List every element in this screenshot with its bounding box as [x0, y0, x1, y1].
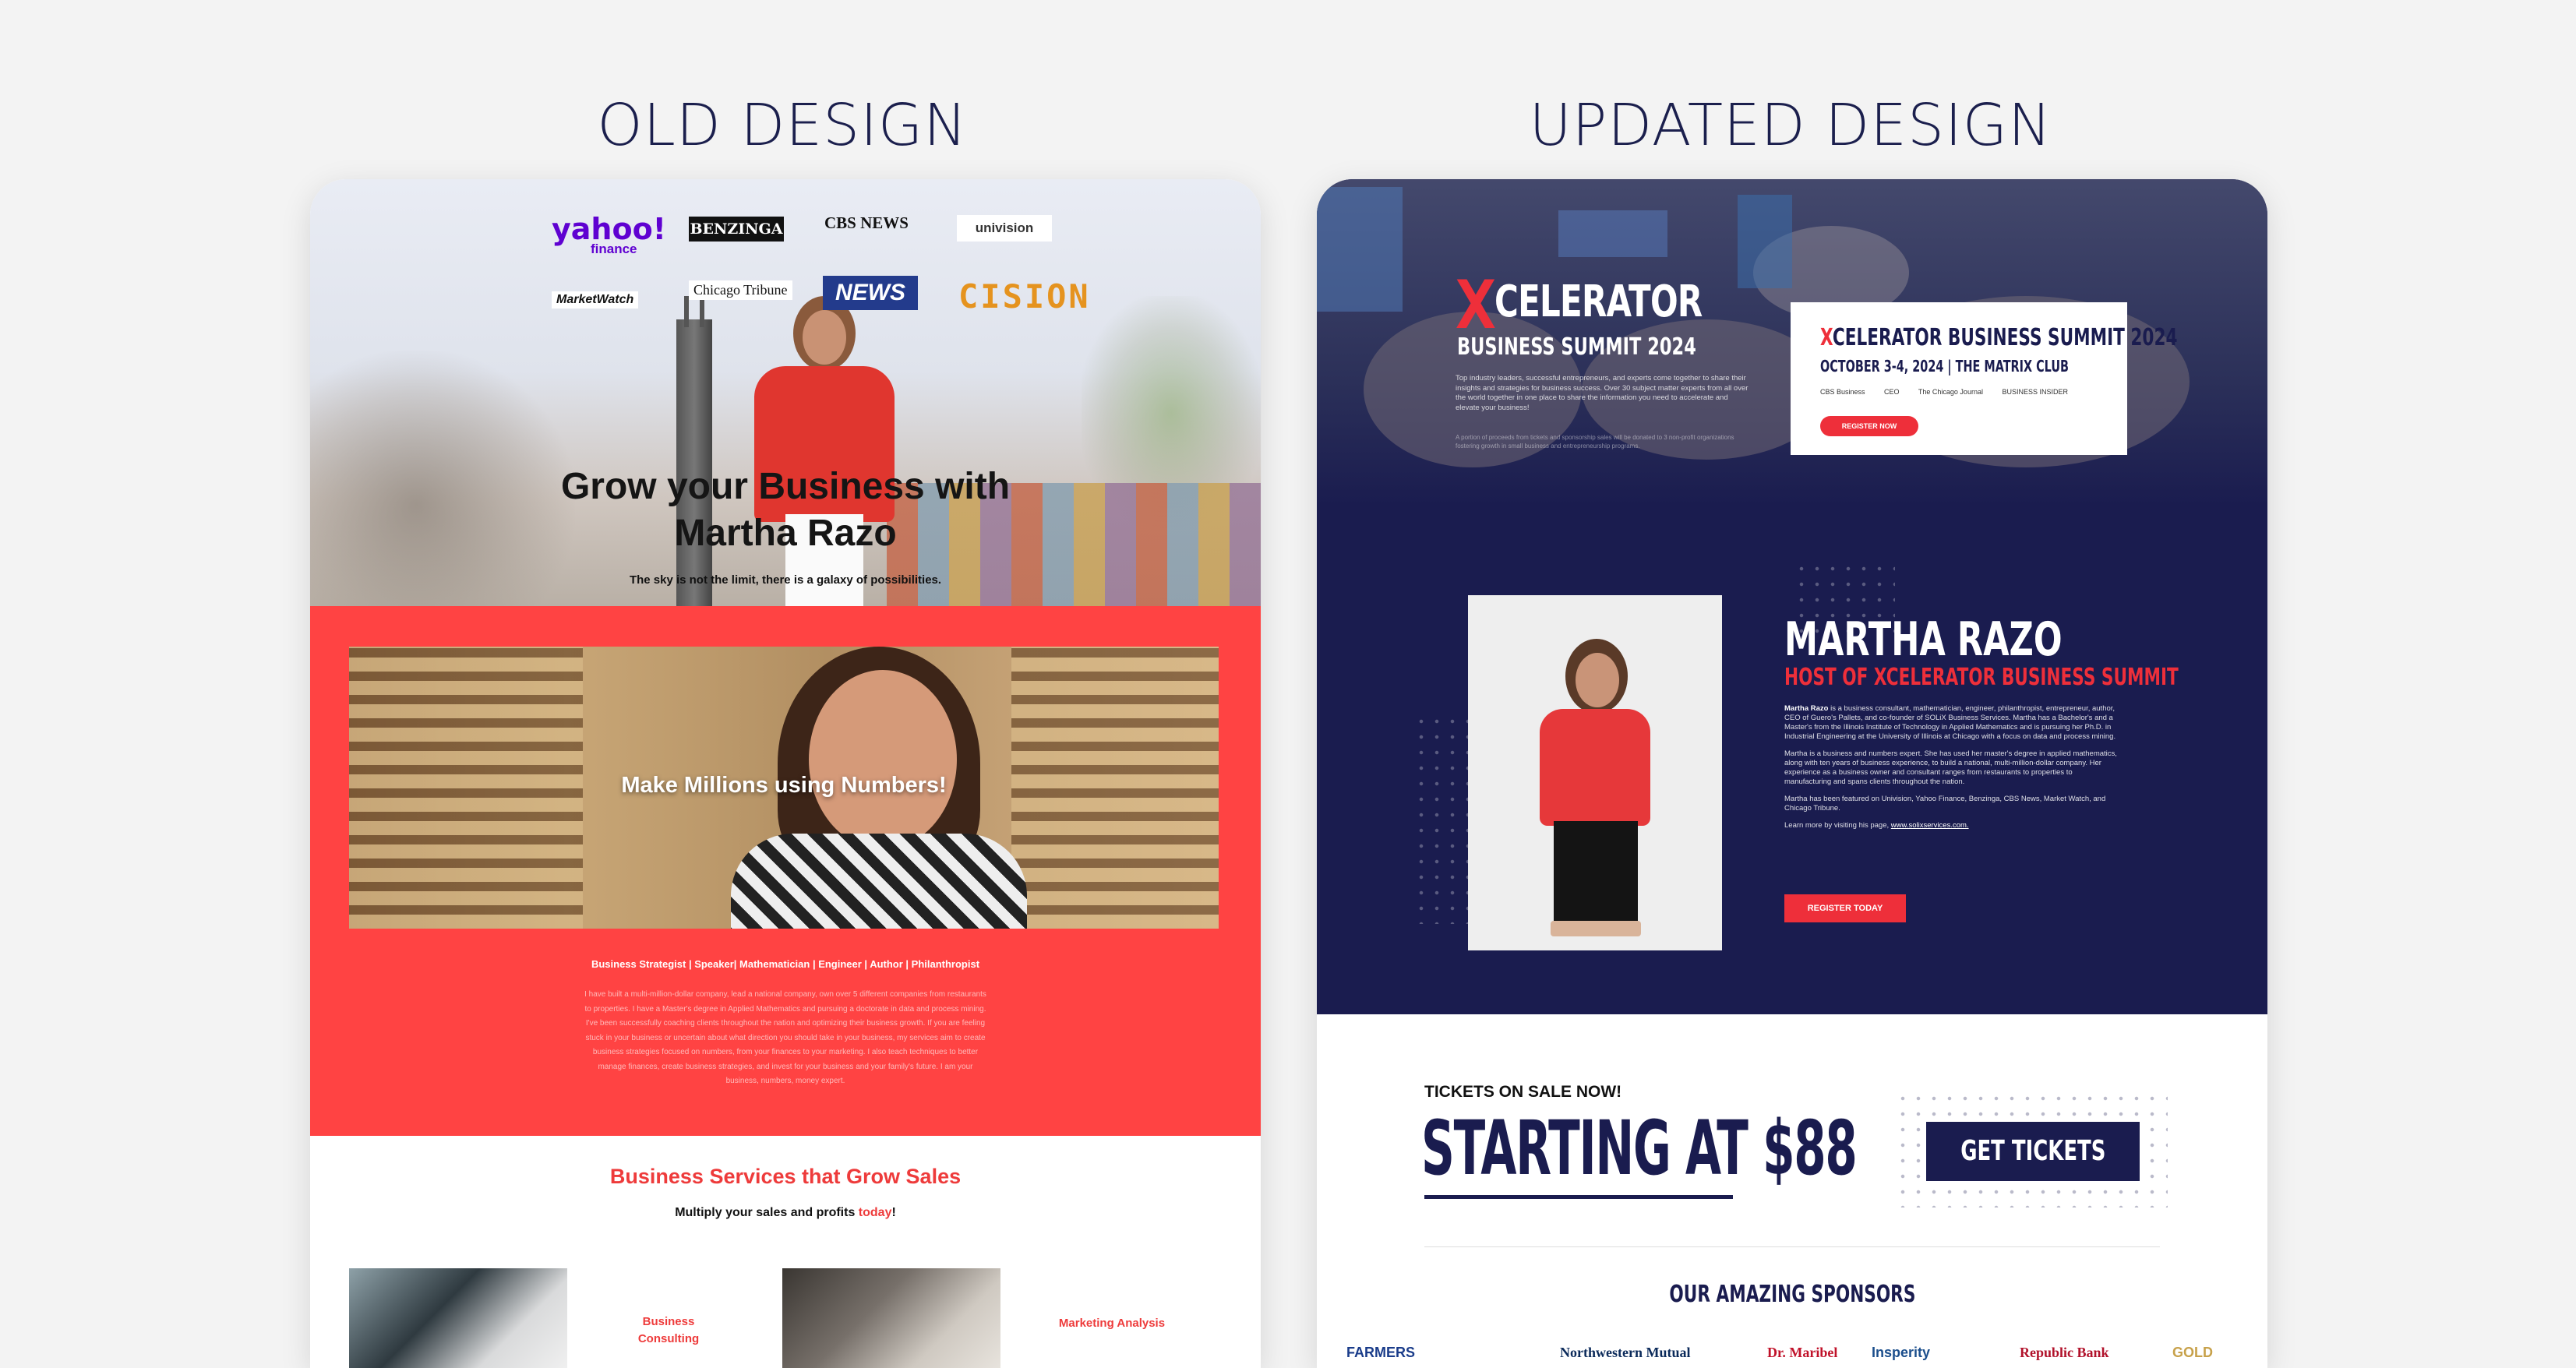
sponsors-title: OUR AMAZING SPONSORS — [1669, 1281, 1915, 1308]
tower-antenna — [700, 296, 704, 327]
updated-design-heading: UPDATED DESIGN — [1529, 92, 2052, 159]
tower-antenna — [684, 296, 689, 327]
old-hero-subtitle: The sky is not the limit, there is a gal… — [629, 573, 942, 587]
old-hero: yahoo! finance BENZINGA CBS NEWS univisi… — [310, 179, 1261, 615]
old-hero-title: Grow your Business with Martha Razo — [560, 466, 1011, 554]
hero-fine-print: A portion of proceeds from tickets and s… — [1456, 434, 1734, 450]
old-design-card: yahoo! finance BENZINGA CBS NEWS univisi… — [310, 179, 1261, 1368]
about-paragraph: I have built a multi-million-dollar comp… — [584, 990, 986, 1085]
media-logo: The Chicago Journal — [1918, 388, 1983, 396]
sponsor-republic-bank[interactable]: Republic Bank — [2020, 1345, 2109, 1361]
sponsor-northwestern-mutual[interactable]: Northwestern Mutual — [1560, 1345, 1690, 1361]
website-link[interactable]: www.solixservices.com. — [1891, 821, 1969, 830]
univision-logo: univision — [957, 215, 1052, 242]
xcelerator-logo-text: CELERATOR — [1494, 277, 1703, 327]
summit-card-date: OCTOBER 3-4, 2024 | THE MATRIX CLUB — [1820, 357, 2070, 375]
ticket-price: STARTING AT $88 — [1421, 1105, 1858, 1192]
sponsor-gold[interactable]: GOLD — [2172, 1345, 2213, 1361]
old-design-heading: OLD DESIGN — [597, 92, 968, 159]
media-logo: CEO — [1884, 388, 1900, 396]
summit-info-card: XCELERATOR BUSINESS SUMMIT 2024 OCTOBER … — [1791, 302, 2178, 455]
sponsor-insperity[interactable]: Insperity — [1872, 1345, 1930, 1361]
benzinga-logo: BENZINGA — [689, 217, 784, 242]
services-subtitle: Multiply your sales and profits today! — [675, 1206, 896, 1219]
service-marketing-analysis[interactable]: Marketing Analysis — [1046, 1315, 1178, 1332]
cision-logo: CISION — [958, 277, 1091, 316]
new-hero: X CELERATOR BUSINESS SUMMIT 2024 Top ind… — [1317, 179, 2267, 1014]
summit-subtitle: BUSINESS SUMMIT 2024 — [1457, 333, 1696, 361]
price-underline — [1424, 1195, 1733, 1199]
chicago-tribune-logo: Chicago Tribune — [689, 280, 792, 300]
updated-design-card: X CELERATOR BUSINESS SUMMIT 2024 Top ind… — [1317, 179, 2267, 1368]
register-now-button[interactable]: REGISTER NOW — [1820, 416, 1918, 436]
media-logo: BUSINESS INSIDER — [2002, 388, 2069, 396]
video-thumbnail[interactable]: Make Millions using Numbers! — [349, 647, 1219, 929]
speaker-role: HOST OF XCELERATOR BUSINESS SUMMIT — [1784, 664, 2179, 691]
old-red-section: Make Millions using Numbers! Business St… — [310, 606, 1261, 1136]
xcelerator-logo-x: X — [1456, 266, 1496, 344]
speaker-name: MARTHA RAZO — [1784, 612, 2063, 667]
cbs-news-logo: CBS NEWS — [824, 213, 909, 232]
woman-photo — [746, 296, 902, 615]
services-title: Business Services that Grow Sales — [609, 1165, 962, 1188]
video-title: Make Millions using Numbers! — [621, 773, 947, 798]
laptop-image — [349, 1268, 567, 1368]
martha-razo-photo — [1468, 595, 1722, 950]
roles-text: Business Strategist | Speaker| Mathemati… — [591, 958, 980, 970]
yahoo-finance-logo: finance — [591, 242, 637, 256]
register-today-button[interactable]: REGISTER TODAY — [1784, 894, 1906, 922]
media-logo: CBS Business — [1820, 388, 1865, 396]
service-business-consulting[interactable]: Business Consulting — [622, 1313, 715, 1348]
sponsor-farmers[interactable]: FARMERS — [1346, 1345, 1415, 1361]
media-logos: CBS Business CEO The Chicago Journal BUS… — [1820, 388, 2085, 396]
news-logo: NEWS — [823, 276, 918, 310]
speaker-bio: Martha Razo is a business consultant, ma… — [1784, 704, 2117, 830]
summit-card-title: XCELERATOR BUSINESS SUMMIT 2024 — [1820, 324, 2178, 351]
marketwatch-logo: MarketWatch — [552, 291, 639, 309]
tickets-on-sale: TICKETS ON SALE NOW! — [1424, 1083, 1622, 1101]
sponsor-dr-maribel[interactable]: Dr. Maribel — [1767, 1345, 1837, 1361]
divider — [1424, 1246, 2160, 1247]
get-tickets-button[interactable]: GET TICKETS — [1926, 1122, 2140, 1181]
hero-paragraph: Top industry leaders, successful entrepr… — [1456, 374, 1749, 412]
workspace-image — [782, 1268, 1000, 1368]
